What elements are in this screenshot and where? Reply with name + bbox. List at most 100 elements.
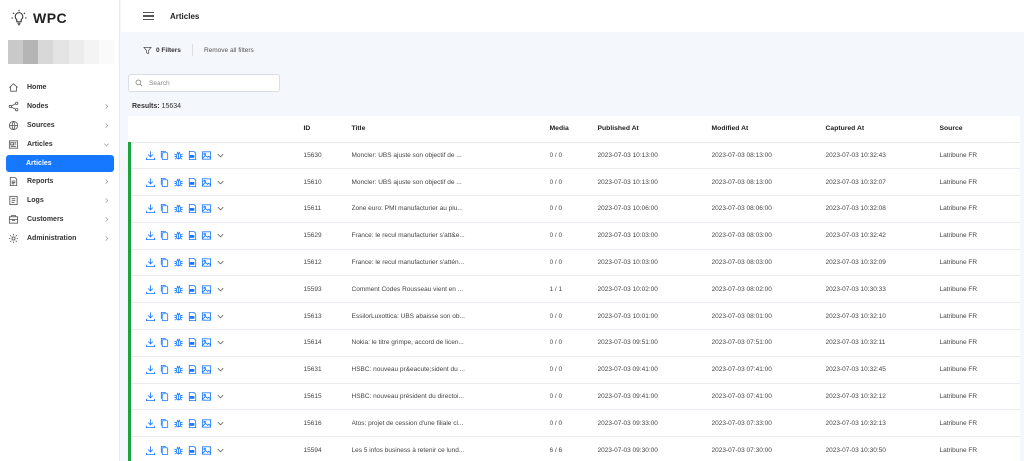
copy-icon[interactable] — [159, 177, 170, 188]
image-icon[interactable] — [201, 391, 212, 402]
download-icon[interactable] — [145, 391, 156, 402]
table-row[interactable]: 15630 Moncler: UBS ajuste son objectif d… — [128, 142, 1020, 170]
pdf-icon[interactable] — [187, 391, 198, 402]
cell-title[interactable]: Moncler: UBS ajuste son objectif de ... — [351, 168, 550, 197]
chevron-down-icon[interactable] — [216, 365, 225, 374]
table-row[interactable]: 15614 Nokia: le titre grimpe, accord de … — [128, 329, 1020, 357]
copy-icon[interactable] — [159, 284, 170, 295]
chevron-down-icon[interactable] — [216, 312, 225, 321]
logo[interactable]: WPC — [10, 8, 67, 28]
image-icon[interactable] — [201, 364, 212, 375]
bug-icon[interactable] — [173, 177, 184, 188]
image-icon[interactable] — [201, 230, 212, 241]
download-icon[interactable] — [145, 177, 156, 188]
cell-title[interactable]: Nokia: le titre grimpe, accord de licen.… — [351, 329, 550, 357]
image-icon[interactable] — [201, 257, 212, 268]
image-icon[interactable] — [201, 311, 212, 322]
pdf-icon[interactable] — [187, 177, 198, 188]
column-header-captured[interactable]: Captured At — [825, 116, 940, 143]
cell-title[interactable]: France: le recul manufacturier s'att&e..… — [351, 222, 550, 250]
pdf-icon[interactable] — [187, 418, 198, 429]
chevron-down-icon[interactable] — [216, 231, 225, 240]
chevron-down-icon[interactable] — [216, 151, 225, 160]
filters-button[interactable]: 0 Filters — [143, 46, 181, 55]
cell-title[interactable]: France: le recul manufacturier s'attén..… — [351, 249, 550, 277]
image-icon[interactable] — [201, 337, 212, 348]
image-icon[interactable] — [201, 203, 212, 214]
table-row[interactable]: 15631 HSBC: nouveau pr&eacute;sident du … — [128, 356, 1020, 384]
image-icon[interactable] — [201, 150, 212, 161]
pdf-icon[interactable] — [187, 284, 198, 295]
pdf-icon[interactable] — [187, 364, 198, 375]
cell-title[interactable]: HSBC: nouveau pr&eacute;sident du ... — [351, 356, 550, 384]
pdf-icon[interactable] — [187, 203, 198, 214]
pdf-icon[interactable] — [187, 311, 198, 322]
cell-title[interactable]: Atos: projet de cession d'une filiale cl… — [351, 409, 550, 438]
download-icon[interactable] — [145, 445, 156, 456]
column-header-media[interactable]: Media — [549, 116, 598, 143]
copy-icon[interactable] — [159, 311, 170, 322]
column-header-title[interactable]: Title — [351, 116, 550, 143]
sidebar-item-reports[interactable]: Reports — [0, 172, 120, 191]
cell-title[interactable]: Zone euro: PMI manufacturier au plu... — [351, 195, 550, 223]
sidebar-item-administration[interactable]: Administration — [0, 229, 120, 248]
bug-icon[interactable] — [173, 418, 184, 429]
column-header-source[interactable]: Source — [939, 116, 1020, 143]
cell-title[interactable]: HSBC: nouveau président du directoi... — [351, 383, 550, 411]
chevron-down-icon[interactable] — [216, 338, 225, 347]
bug-icon[interactable] — [173, 203, 184, 214]
table-row[interactable]: 15615 HSBC: nouveau président du directo… — [128, 383, 1020, 411]
table-row[interactable]: 15613 EssilorLuxottica: UBS abaisse son … — [128, 302, 1020, 331]
bug-icon[interactable] — [173, 337, 184, 348]
menu-icon[interactable] — [143, 11, 154, 21]
copy-icon[interactable] — [159, 257, 170, 268]
chevron-down-icon[interactable] — [216, 258, 225, 267]
download-icon[interactable] — [145, 150, 156, 161]
table-row[interactable]: 15610 Moncler: UBS ajuste son objectif d… — [128, 168, 1020, 197]
copy-icon[interactable] — [159, 391, 170, 402]
copy-icon[interactable] — [159, 150, 170, 161]
sidebar-subitem-articles[interactable]: Articles — [6, 155, 114, 172]
pdf-icon[interactable] — [187, 150, 198, 161]
bug-icon[interactable] — [173, 284, 184, 295]
chevron-down-icon[interactable] — [216, 204, 225, 213]
download-icon[interactable] — [145, 230, 156, 241]
bug-icon[interactable] — [173, 150, 184, 161]
copy-icon[interactable] — [159, 337, 170, 348]
table-row[interactable]: 15612 France: le recul manufacturier s'a… — [128, 249, 1020, 277]
chevron-down-icon[interactable] — [216, 285, 225, 294]
cell-title[interactable]: Les 5 infos business à retenir ce lund..… — [351, 436, 550, 461]
sidebar-item-logs[interactable]: Logs — [0, 191, 120, 210]
sidebar-item-nodes[interactable]: Nodes — [0, 97, 120, 116]
chevron-down-icon[interactable] — [216, 446, 225, 455]
cell-title[interactable]: Comment Codes Rousseau vient en ... — [351, 275, 550, 304]
bug-icon[interactable] — [173, 364, 184, 375]
sidebar-item-customers[interactable]: Customers — [0, 210, 120, 229]
copy-icon[interactable] — [159, 418, 170, 429]
download-icon[interactable] — [145, 364, 156, 375]
pdf-icon[interactable] — [187, 230, 198, 241]
sidebar-item-articles[interactable]: Articles — [0, 135, 120, 154]
bug-icon[interactable] — [173, 257, 184, 268]
remove-filters-link[interactable]: Remove all filters — [204, 47, 254, 54]
table-row[interactable]: 15616 Atos: projet de cession d'une fili… — [128, 409, 1020, 438]
search-input[interactable] — [149, 79, 269, 87]
sidebar-item-sources[interactable]: Sources — [0, 116, 120, 135]
copy-icon[interactable] — [159, 203, 170, 214]
bug-icon[interactable] — [173, 230, 184, 241]
column-header-published[interactable]: Published At — [597, 116, 712, 143]
pdf-icon[interactable] — [187, 445, 198, 456]
chevron-down-icon[interactable] — [216, 392, 225, 401]
image-icon[interactable] — [201, 177, 212, 188]
cell-title[interactable]: Moncler: UBS ajuste son objectif de ... — [351, 142, 550, 170]
table-row[interactable]: 15593 Comment Codes Rousseau vient en ..… — [128, 275, 1020, 304]
column-header-id[interactable]: ID — [303, 116, 352, 143]
download-icon[interactable] — [145, 284, 156, 295]
table-row[interactable]: 15629 France: le recul manufacturier s'a… — [128, 222, 1020, 250]
download-icon[interactable] — [145, 257, 156, 268]
bug-icon[interactable] — [173, 391, 184, 402]
table-row[interactable]: 15611 Zone euro: PMI manufacturier au pl… — [128, 195, 1020, 223]
image-icon[interactable] — [201, 445, 212, 456]
bug-icon[interactable] — [173, 311, 184, 322]
image-icon[interactable] — [201, 418, 212, 429]
